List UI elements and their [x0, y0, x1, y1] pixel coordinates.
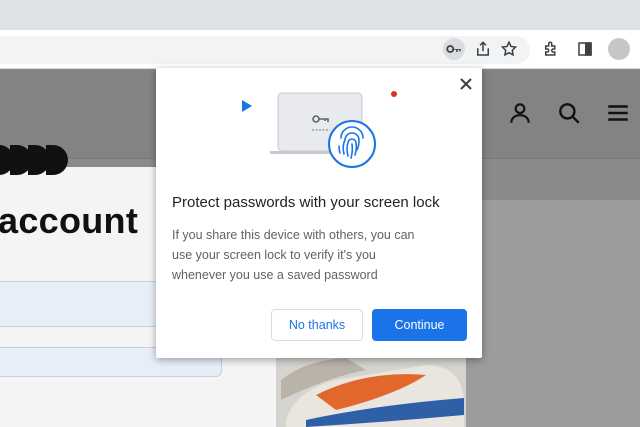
side-panel-icon[interactable]	[574, 38, 596, 60]
continue-button[interactable]: Continue	[372, 309, 467, 341]
dialog-description-line: use your screen lock to verify it's you	[172, 248, 376, 262]
site-logo	[0, 145, 68, 175]
extensions-icon[interactable]	[540, 38, 562, 60]
dialog-title: Protect passwords with your screen lock	[172, 194, 440, 211]
bookmark-star-icon[interactable]	[498, 38, 520, 60]
page-heading: account	[0, 200, 139, 241]
no-thanks-button[interactable]: No thanks	[271, 309, 363, 341]
profile-avatar[interactable]	[608, 38, 630, 60]
menu-icon[interactable]	[605, 100, 631, 126]
fingerprint-illustration	[242, 91, 397, 168]
dialog-description: If you share this device with others, yo…	[172, 225, 470, 285]
browser-toolbar	[0, 30, 640, 69]
screen-lock-dialog: Protect passwords with your screen lock …	[156, 68, 482, 358]
search-icon[interactable]	[556, 100, 582, 126]
user-icon[interactable]	[507, 100, 533, 126]
dialog-description-line: If you share this device with others, yo…	[172, 228, 415, 242]
dialog-description-line: whenever you use a saved password	[172, 268, 378, 282]
close-icon[interactable]	[456, 74, 476, 94]
key-icon[interactable]	[443, 38, 465, 60]
share-icon[interactable]	[472, 38, 494, 60]
tab-strip	[0, 0, 640, 30]
